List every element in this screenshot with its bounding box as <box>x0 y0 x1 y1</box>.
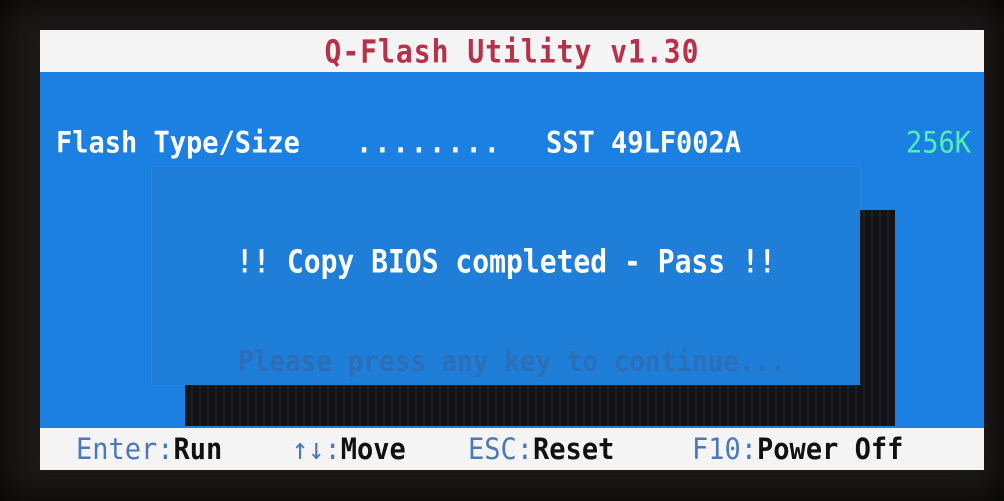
key-arrows: ↑↓ <box>292 432 325 467</box>
action-move: Move <box>340 432 406 467</box>
key-f10-item[interactable]: F10:Power Off <box>692 432 903 466</box>
action-run: Run <box>173 432 223 467</box>
key-move-item[interactable]: ↑↓:Move <box>292 432 406 466</box>
key-esc: ESC <box>468 432 517 467</box>
action-reset: Reset <box>533 432 615 467</box>
key-enter: Enter <box>76 432 158 467</box>
key-esc-item[interactable]: ESC:Reset <box>468 432 614 466</box>
flash-dots: ........ <box>356 126 503 161</box>
dialog-message: !! Copy BIOS completed - Pass !! <box>236 242 776 281</box>
title-bar: Q-Flash Utility v1.30 <box>40 30 984 72</box>
app-title: Q-Flash Utility v1.30 <box>324 32 700 70</box>
flash-chip-name: SST 49LF002A <box>546 126 742 161</box>
key-enter-item[interactable]: Enter:Run <box>76 432 222 466</box>
bios-screen: Q-Flash Utility v1.30 Flash Type/Size ..… <box>40 30 984 470</box>
flash-info-row: Flash Type/Size ........ SST 49LF002A 25… <box>56 126 976 170</box>
action-power-off: Power Off <box>757 432 904 467</box>
flash-size-value: 256K <box>906 126 972 161</box>
key-f10: F10 <box>692 432 741 467</box>
status-dialog: !! Copy BIOS completed - Pass !! Please … <box>152 167 860 385</box>
dialog-hint: Please press any key to continue... <box>238 345 786 379</box>
key-help-bar: Enter:Run ↑↓:Move ESC:Reset F10:Power Of… <box>40 428 984 470</box>
flash-type-label: Flash Type/Size <box>56 126 300 161</box>
monitor-bezel: Q-Flash Utility v1.30 Flash Type/Size ..… <box>0 0 1004 501</box>
